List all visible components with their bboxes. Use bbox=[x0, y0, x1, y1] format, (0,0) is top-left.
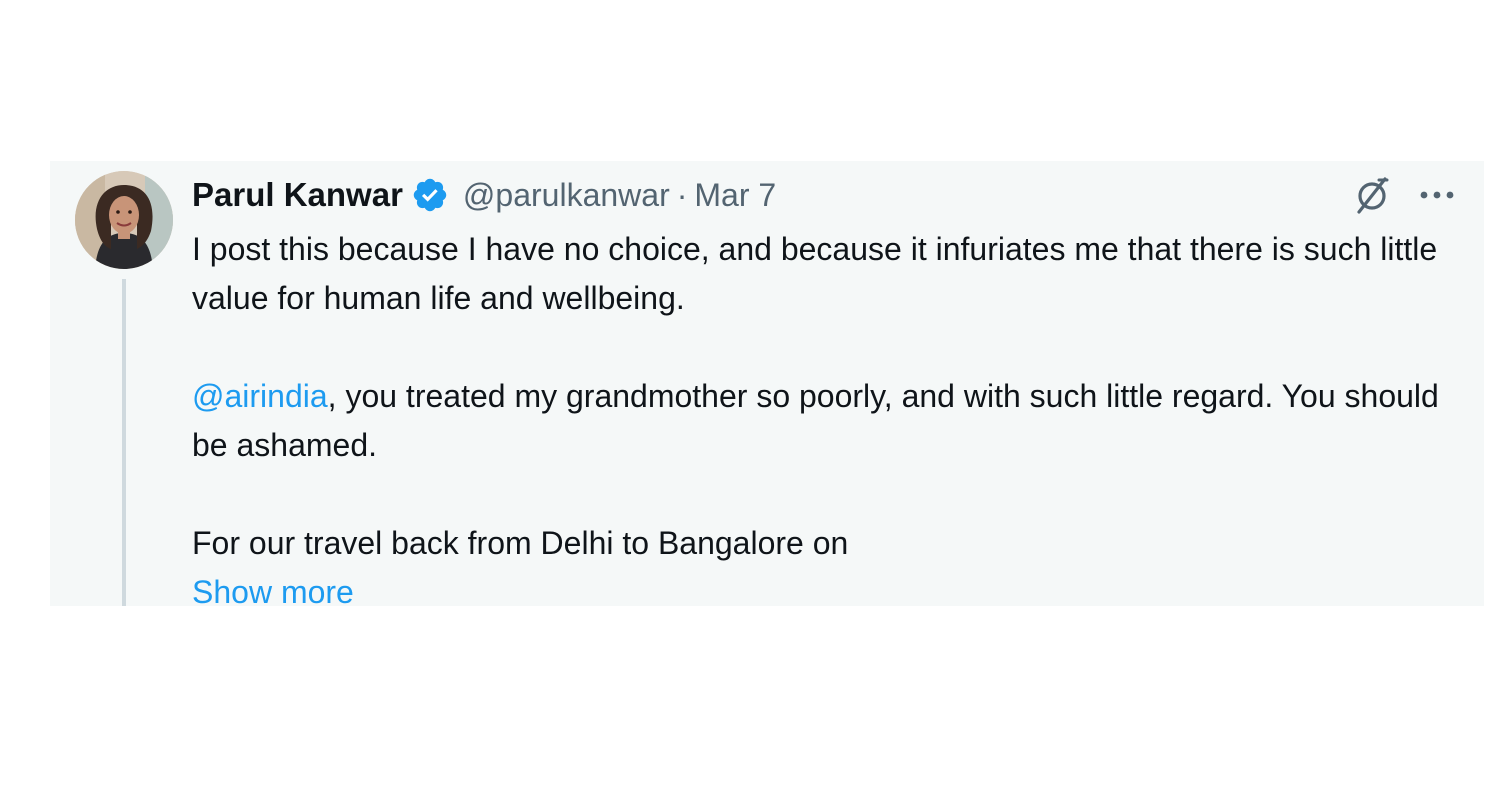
tweet-paragraph-3-text: For our travel back from Delhi to Bangal… bbox=[192, 525, 849, 561]
tweet-body: I post this because I have no choice, an… bbox=[192, 225, 1462, 606]
author-handle[interactable]: @parulkanwar bbox=[463, 177, 670, 214]
grok-icon[interactable] bbox=[1352, 175, 1392, 215]
show-more-link[interactable]: Show more bbox=[192, 568, 1462, 606]
author-name[interactable]: Parul Kanwar bbox=[192, 176, 403, 214]
tweet-card[interactable]: Parul Kanwar @parulkanwar · Mar 7 I post… bbox=[50, 161, 1484, 606]
separator-dot: · bbox=[676, 176, 688, 213]
verified-badge-icon bbox=[411, 176, 449, 214]
tweet-paragraph-2-text: , you treated my grandmother so poorly, … bbox=[192, 378, 1439, 463]
tweet-actions bbox=[1352, 175, 1456, 215]
tweet-date[interactable]: Mar 7 bbox=[694, 177, 776, 214]
tweet-paragraph-3: For our travel back from Delhi to Bangal… bbox=[192, 519, 1462, 606]
tweet-header: Parul Kanwar @parulkanwar · Mar 7 bbox=[192, 173, 776, 217]
tweet-paragraph-2: @airindia, you treated my grandmother so… bbox=[192, 372, 1462, 470]
tweet-paragraph-1: I post this because I have no choice, an… bbox=[192, 231, 1438, 316]
avatar[interactable] bbox=[75, 171, 173, 269]
thread-line bbox=[122, 279, 126, 606]
mention-link[interactable]: @airindia bbox=[192, 378, 328, 414]
avatar-image bbox=[75, 171, 173, 269]
more-options-icon[interactable] bbox=[1418, 188, 1456, 202]
